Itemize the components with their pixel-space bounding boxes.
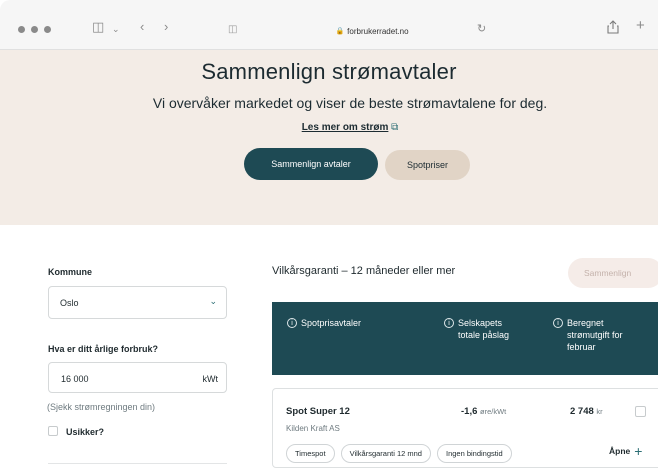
fee-amount: -1,6 bbox=[461, 406, 478, 417]
usage-input[interactable]: 16 000 kWt bbox=[48, 362, 227, 393]
url-text: forbrukerradet.no bbox=[347, 26, 409, 36]
column-estimated-cost[interactable]: i Beregnet strømutgift for februar bbox=[553, 317, 658, 353]
table-row[interactable]: Spot Super 12 Kilden Kraft AS -1,6 øre/k… bbox=[272, 388, 658, 468]
page-subtitle: Vi overvåker markedet og viser de beste … bbox=[152, 95, 548, 111]
tag: Vilkårsgaranti 12 mnd bbox=[340, 444, 431, 463]
info-icon: i bbox=[444, 318, 454, 328]
external-link-icon: ⧉ bbox=[391, 122, 399, 133]
compare-button[interactable]: Sammenlign bbox=[568, 258, 658, 288]
municipality-value: Oslo bbox=[60, 298, 79, 308]
reload-icon[interactable]: ↻ bbox=[477, 22, 486, 35]
zoom-window-icon[interactable] bbox=[44, 26, 51, 33]
plus-icon: + bbox=[634, 443, 643, 459]
new-tab-icon[interactable]: + bbox=[636, 18, 645, 33]
column-label: Spotprisavtaler bbox=[301, 318, 362, 328]
column-company-fee[interactable]: i Selskapets totale påslag bbox=[444, 317, 534, 341]
lock-icon: 🔒 bbox=[335, 28, 345, 35]
company-name: Kilden Kraft AS bbox=[286, 424, 340, 433]
browser-toolbar: ◫ ⌄ ‹ › ◫ 🔒 forbrukerradet.no ↻ + bbox=[0, 0, 658, 50]
cost-value: 2 748 kr bbox=[570, 406, 603, 417]
active-filter-title: Vilkårsgaranti – 12 måneder eller mer bbox=[272, 265, 456, 277]
unsure-label: Usikker? bbox=[66, 427, 105, 437]
page-title: Sammenlign strømavtaler bbox=[201, 59, 457, 84]
usage-value: 16 000 bbox=[61, 374, 89, 384]
open-row-button[interactable]: Åpne + bbox=[609, 443, 643, 459]
back-icon[interactable]: ‹ bbox=[140, 20, 144, 34]
fee-value: -1,6 øre/kWt bbox=[461, 406, 506, 417]
tag: Timespot bbox=[286, 444, 335, 463]
window-controls[interactable] bbox=[18, 26, 51, 33]
chevron-down-icon[interactable]: ⌄ bbox=[112, 22, 120, 36]
usage-hint: (Sjekk strømregningen din) bbox=[47, 402, 156, 412]
info-icon: i bbox=[553, 318, 563, 328]
info-icon: i bbox=[287, 318, 297, 328]
sidebar-icon[interactable]: ◫ bbox=[92, 20, 104, 34]
close-window-icon[interactable] bbox=[18, 26, 25, 33]
divider bbox=[48, 463, 227, 464]
open-label: Åpne bbox=[609, 446, 631, 456]
fee-unit: øre/kWt bbox=[480, 407, 507, 416]
agreement-name: Spot Super 12 bbox=[286, 406, 350, 417]
municipality-label: Kommune bbox=[48, 267, 93, 277]
unsure-checkbox[interactable] bbox=[48, 426, 58, 436]
usage-label: Hva er ditt årlige forbruk? bbox=[48, 344, 159, 354]
municipality-select[interactable]: Oslo ⌄ bbox=[48, 286, 227, 319]
chevron-down-icon: ⌄ bbox=[209, 296, 217, 306]
compare-checkbox[interactable] bbox=[635, 406, 646, 417]
cost-unit: kr bbox=[596, 407, 603, 416]
table-header: i Spotprisavtaler i Selskapets totale påsl… bbox=[272, 302, 658, 375]
hero-section: Sammenlign strømavtaler Vi overvåker mar… bbox=[0, 50, 658, 225]
column-label: Selskapets totale påslag bbox=[458, 318, 510, 340]
cost-amount: 2 748 bbox=[570, 406, 594, 417]
more-link[interactable]: Les mer om strøm bbox=[302, 122, 389, 133]
column-label: Beregnet strømutgift for februar bbox=[567, 318, 623, 352]
forward-icon[interactable]: › bbox=[164, 20, 168, 34]
usage-unit: kWt bbox=[202, 374, 219, 384]
spot-prices-button[interactable]: Spotpriser bbox=[385, 150, 470, 180]
minimize-window-icon[interactable] bbox=[31, 26, 38, 33]
more-info: Les mer om strøm ⧉ bbox=[0, 122, 658, 133]
column-spot-agreements[interactable]: i Spotprisavtaler bbox=[287, 317, 361, 329]
tag-list: Timespot Vilkårsgaranti 12 mnd Ingen bin… bbox=[286, 444, 512, 463]
share-icon[interactable] bbox=[607, 20, 619, 37]
tag: Ingen bindingstid bbox=[436, 444, 512, 463]
compare-agreements-button[interactable]: Sammenlign avtaler bbox=[244, 148, 378, 180]
